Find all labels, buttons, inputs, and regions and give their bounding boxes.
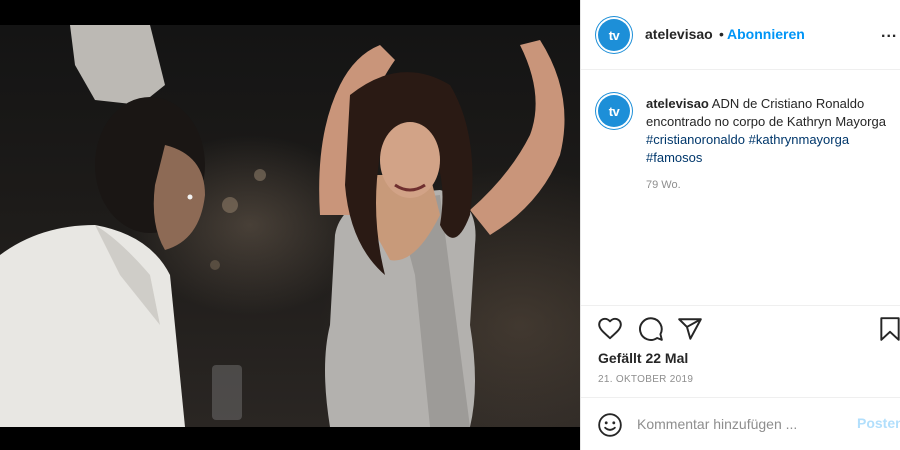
bookmark-icon[interactable] <box>877 316 900 342</box>
photo-pane <box>0 0 580 450</box>
post-date[interactable]: 21. OKTOBER 2019 <box>598 374 693 385</box>
hashtag-link[interactable]: #cristianoronaldo <box>646 132 745 147</box>
smiley-icon[interactable] <box>597 412 623 438</box>
more-options-icon[interactable]: ... <box>881 24 900 42</box>
comment-bar: Posten <box>581 397 900 450</box>
photo-illustration <box>0 25 565 427</box>
follow-button[interactable]: Abonnieren <box>727 26 805 42</box>
heart-icon[interactable] <box>597 316 623 342</box>
hashtag-link[interactable]: #kathrynmayorga <box>749 132 849 147</box>
caption-text: atelevisao ADN de Cristiano Ronaldo enco… <box>646 95 890 167</box>
caption-username[interactable]: atelevisao <box>646 96 709 111</box>
likes-count[interactable]: Gefällt 22 Mal <box>598 350 688 366</box>
paper-plane-icon[interactable] <box>677 316 703 342</box>
hashtag-link[interactable]: #famosos <box>646 150 702 165</box>
post-comment-button[interactable]: Posten <box>857 415 900 431</box>
avatar-text: tv <box>608 27 620 43</box>
post-side-panel: tv atelevisao • Abonnieren ... tv atelev… <box>580 0 900 450</box>
caption-age[interactable]: 79 Wo. <box>646 179 681 191</box>
comment-icon[interactable] <box>638 316 664 342</box>
post-photo[interactable] <box>0 25 580 427</box>
header-separator: • <box>719 26 724 42</box>
post-header: tv atelevisao • Abonnieren ... <box>581 0 900 70</box>
instagram-post-view: tv atelevisao • Abonnieren ... tv atelev… <box>0 0 900 450</box>
author-username[interactable]: atelevisao <box>645 26 713 42</box>
caption-avatar[interactable]: tv <box>598 95 630 127</box>
comment-input[interactable] <box>637 414 837 434</box>
caption-avatar-text: tv <box>608 103 620 119</box>
author-avatar[interactable]: tv <box>598 19 630 51</box>
